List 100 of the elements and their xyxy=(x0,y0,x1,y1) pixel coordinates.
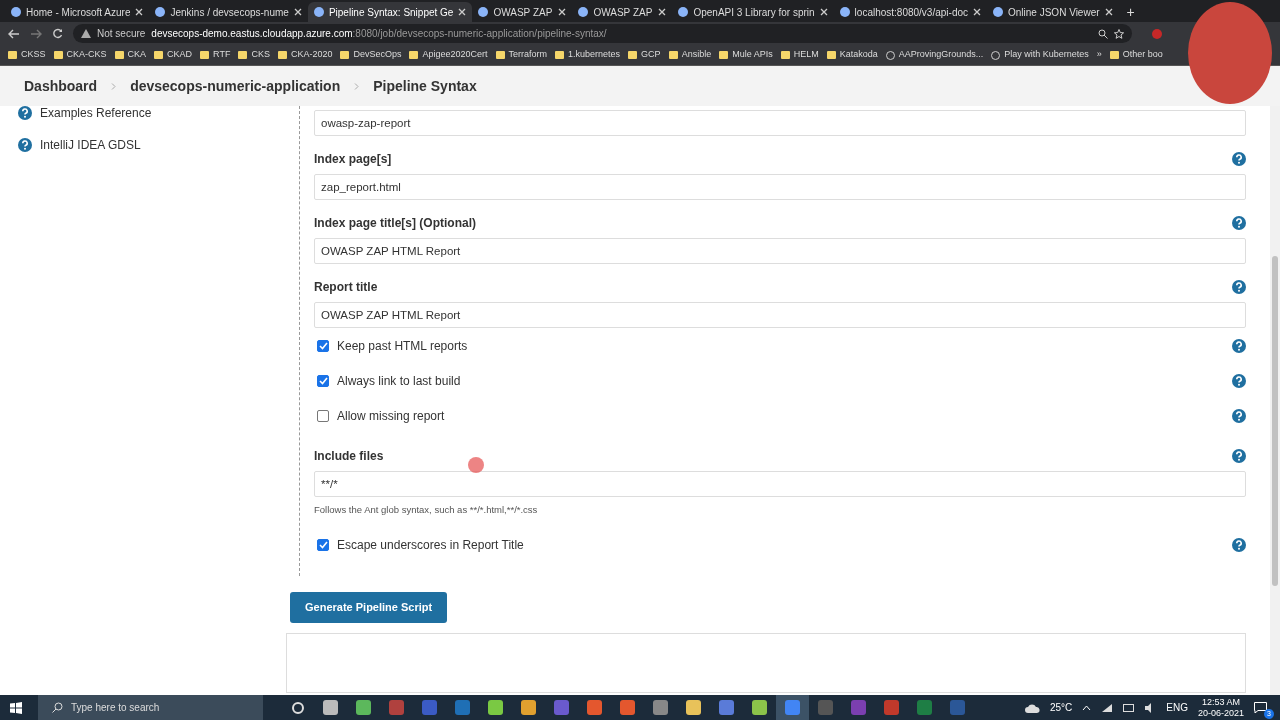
bookmark-link[interactable]: AAProvingGrounds... xyxy=(885,48,984,62)
field-label: Include files xyxy=(314,448,384,465)
tab-favicon xyxy=(478,7,489,17)
help-icon[interactable] xyxy=(1232,537,1246,552)
chevron-up-icon xyxy=(1082,704,1092,711)
bookmark-link[interactable]: Mule APIs xyxy=(719,48,773,62)
bookmark-link[interactable]: Terraform xyxy=(495,48,548,62)
sidebar-link[interactable]: IntelliJ IDEA GDSL xyxy=(18,136,272,154)
checkbox[interactable] xyxy=(317,409,329,422)
browser-tab[interactable]: Home - Microsoft Azure xyxy=(5,2,150,22)
browser-tab[interactable]: OWASP ZAP xyxy=(472,2,573,22)
bookmark-link[interactable]: CKS xyxy=(238,48,270,62)
help-icon[interactable] xyxy=(1232,449,1246,463)
bookmarks-overflow-button[interactable]: » xyxy=(1096,48,1102,62)
tab-favicon xyxy=(839,7,850,17)
close-icon xyxy=(1104,8,1113,16)
field-label: Report title xyxy=(314,279,378,296)
forward-icon xyxy=(30,28,42,39)
help-icon[interactable] xyxy=(1232,280,1246,294)
breadcrumb-link[interactable]: Dashboard xyxy=(24,75,98,97)
text-field[interactable]: OWASP ZAP HTML Report xyxy=(314,302,1246,328)
checkbox-label: Keep past HTML reports xyxy=(337,337,468,355)
help-icon[interactable] xyxy=(1232,216,1246,230)
help-text: Follows the Ant glob syntax, such as **/*.html,**/*.css xyxy=(314,503,539,517)
bookmark-link[interactable]: Apigee2020Cert xyxy=(409,48,488,62)
bookmark-link[interactable]: CKA xyxy=(114,48,147,62)
close-icon xyxy=(658,8,667,16)
field-label: Index page[s] xyxy=(314,151,392,168)
tab-favicon xyxy=(11,7,21,17)
bookmark-link[interactable]: Play with Kubernetes xyxy=(991,48,1089,62)
notification-icon xyxy=(1254,702,1267,714)
tab-favicon xyxy=(313,7,324,17)
bookmark-link[interactable]: CKA-2020 xyxy=(277,48,333,62)
warning-icon xyxy=(81,29,91,38)
checkbox[interactable] xyxy=(317,339,329,352)
checkbox-label: Always link to last build xyxy=(337,372,461,390)
browser-tab[interactable]: OWASP ZAP xyxy=(572,2,673,22)
help-icon xyxy=(18,138,32,152)
back-icon xyxy=(8,28,20,39)
bookmark-link[interactable]: Other boo xyxy=(1109,48,1163,62)
browser-tab[interactable]: localhost:8080/v3/api-doc xyxy=(833,2,987,22)
language-indicator[interactable]: ENG xyxy=(1166,700,1188,715)
security-label: Not secure xyxy=(97,27,146,41)
chevron-icon xyxy=(111,82,117,90)
help-icon[interactable] xyxy=(1232,373,1246,388)
help-icon[interactable] xyxy=(1232,338,1246,353)
checkbox-label: Escape underscores in Report Title xyxy=(337,536,524,554)
bookmark-link[interactable]: RTF xyxy=(200,48,231,62)
field-label: Index page title[s] (Optional) xyxy=(314,215,476,232)
url-text: devsecops-demo.eastus.cloudapp.azure.com:8080/job/devsecops-numeric-application/pipeline-syntax/ xyxy=(151,27,607,41)
close-icon xyxy=(973,8,981,16)
browser-tab[interactable]: Pipeline Syntax: Snippet Ge xyxy=(307,2,473,22)
browser-tab[interactable]: OpenAPI 3 Library for sprin xyxy=(672,2,834,22)
search-icon xyxy=(52,702,63,713)
bookmark-link[interactable]: HELM xyxy=(780,48,819,62)
close-icon xyxy=(458,8,467,16)
extension-icon xyxy=(1152,28,1162,39)
bookmark-link[interactable]: Ansible xyxy=(668,48,712,62)
text-field[interactable]: **/* xyxy=(314,471,1246,497)
sidebar-link[interactable]: Examples Reference xyxy=(18,104,272,122)
generate-button[interactable]: Generate Pipeline Script xyxy=(290,592,448,623)
tab-favicon xyxy=(993,7,1003,17)
help-icon[interactable] xyxy=(1232,152,1246,166)
battery-icon xyxy=(1123,703,1136,712)
help-icon[interactable] xyxy=(1232,408,1246,423)
new-tab-button[interactable]: + xyxy=(1118,2,1143,22)
bookmark-link[interactable]: 1.kubernetes xyxy=(555,48,621,62)
checkbox[interactable] xyxy=(317,374,329,387)
bookmark-link[interactable]: Katakoda xyxy=(826,48,878,62)
bookmark-link[interactable]: DevSecOps xyxy=(340,48,402,62)
clock-date[interactable]: 20-06-2021 xyxy=(1197,707,1244,719)
tab-favicon xyxy=(578,7,589,17)
address-bar[interactable]: Not secure devsecops-demo.eastus.cloudapp.azure.com:8080/job/devsecops-numeric-application/pipeline-syntax/ xyxy=(73,24,1132,43)
reload-icon xyxy=(52,28,63,39)
text-field[interactable]: owasp-zap-report xyxy=(314,110,1246,136)
bookmark-link[interactable]: CKAD xyxy=(154,48,193,62)
taskbar-search[interactable]: Type here to search xyxy=(38,695,263,720)
tab-favicon xyxy=(155,7,166,17)
star-icon xyxy=(1114,28,1124,39)
bookmark-link[interactable]: CKA-CKS xyxy=(53,48,107,62)
checkbox-label: Allow missing report xyxy=(337,407,445,425)
breadcrumb-link[interactable]: devsecops-numeric-application xyxy=(130,75,341,97)
bookmark-link[interactable]: CKSS xyxy=(8,48,46,62)
zoom-icon xyxy=(1098,28,1108,39)
clock-time[interactable]: 12:53 AM xyxy=(1197,696,1244,708)
close-icon xyxy=(819,8,828,16)
browser-tab[interactable]: Online JSON Viewer xyxy=(987,2,1119,22)
weather-text: 25°C xyxy=(1049,701,1073,715)
text-field[interactable]: zap_report.html xyxy=(314,174,1246,200)
tab-favicon xyxy=(678,7,689,17)
windows-icon xyxy=(10,701,22,714)
breadcrumb-link[interactable]: Pipeline Syntax xyxy=(373,75,477,97)
close-icon xyxy=(558,8,567,16)
checkbox[interactable] xyxy=(317,538,329,551)
bookmark-link[interactable]: GCP xyxy=(628,48,661,62)
browser-tab[interactable]: Jenkins / devsecops-nume xyxy=(149,2,308,22)
text-field[interactable]: OWASP ZAP HTML Report xyxy=(314,238,1246,264)
close-icon xyxy=(135,8,144,16)
chevron-icon xyxy=(354,82,360,90)
close-icon xyxy=(293,8,302,16)
